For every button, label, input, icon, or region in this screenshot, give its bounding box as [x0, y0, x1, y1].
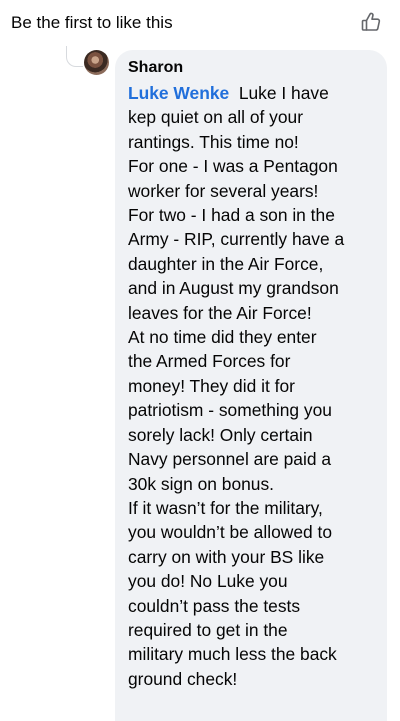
comment-line: daughter in the Air Force, [128, 253, 324, 274]
comment-author[interactable]: Sharon [128, 58, 183, 78]
comment-line: you do! No Luke you [128, 571, 288, 592]
comment-line: kep quiet on all of your [128, 107, 303, 128]
comment-line: the Armed Forces for [128, 351, 291, 372]
comment-line: carry on with your BS like [128, 546, 325, 567]
mention-link[interactable]: Luke Wenke [128, 83, 229, 103]
comment-line: rantings. This time no! [128, 131, 299, 152]
reactions-header: Be the first to like this [0, 0, 400, 46]
thread-connector [66, 46, 83, 67]
thumbs-up-icon[interactable] [359, 10, 383, 34]
comment-line: For two - I had a son in the [128, 205, 335, 226]
comment-line: sorely lack! Only certain [128, 424, 313, 445]
comment-line: patriotism - something you [128, 400, 332, 421]
comment-line: At no time did they enter [128, 327, 317, 348]
reactions-summary-text: Be the first to like this [11, 13, 173, 32]
comment-bubble: Sharon Luke Wenke Luke I have kep quiet … [115, 50, 387, 721]
comment-line: required to get in the [128, 619, 288, 640]
comment-line: money! They did it for [128, 375, 295, 396]
comment-line: Navy personnel are paid a [128, 449, 332, 470]
comment-line: If it wasn’t for the military, [128, 497, 323, 518]
comment-line: couldn’t pass the tests [128, 595, 301, 616]
comment-line: Army - RIP, currently have a [128, 229, 345, 250]
comment-line: 30k sign on bonus. [128, 473, 274, 494]
avatar[interactable] [84, 50, 109, 75]
comment-line: ground check! [128, 668, 238, 689]
comment-line: leaves for the Air Force! [128, 302, 312, 323]
comment-line: you wouldn’t be allowed to [128, 522, 332, 543]
comment-line: For one - I was a Pentagon [128, 156, 338, 177]
comment-body: Luke Wenke Luke I have kep quiet on all … [128, 81, 378, 691]
comment-line-text: Luke I have [229, 83, 329, 103]
comment-line: worker for several years! [128, 180, 319, 201]
comment-line: military much less the back [128, 644, 337, 665]
comment-line: and in August my grandson [128, 278, 339, 299]
comment-line: Luke Wenke Luke I have [128, 81, 378, 105]
